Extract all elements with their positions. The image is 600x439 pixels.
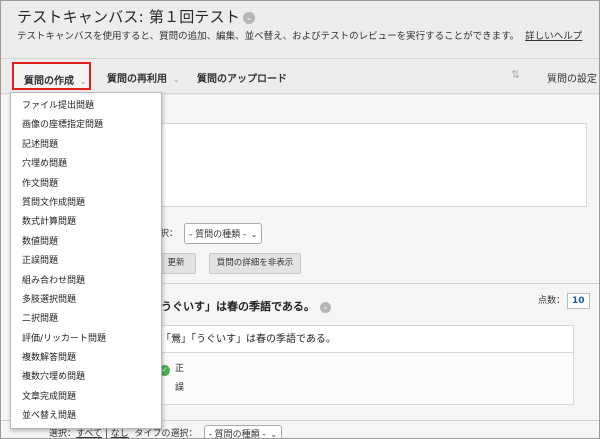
question-title: 「うぐいす」は春の季語である。 ⌄: [150, 298, 331, 314]
chevron-down-icon: ⌄: [267, 430, 278, 439]
menu-item-true-false[interactable]: 正誤問題: [11, 252, 161, 271]
title-options-chevron-icon[interactable]: ⌄: [243, 12, 256, 24]
update-button[interactable]: 更新: [156, 253, 196, 274]
menu-item-matching[interactable]: 組み合わせ問題: [11, 272, 161, 291]
bottom-question-type-select-value: - 質問の種類 -: [208, 430, 266, 439]
menu-item-hot-spot[interactable]: 画像の座標指定問題: [11, 116, 161, 135]
test-canvas-page: テストキャンバス: 第１回テスト ⌄ テストキャンバスを使用すると、質問の追加、編…: [0, 0, 600, 439]
create-question-menu: ファイル提出問題 画像の座標指定問題 記述問題 穴埋め問題 作文問題 質問文作成…: [10, 92, 162, 429]
menu-item-essay[interactable]: 作文問題: [11, 175, 161, 194]
menu-item-opinion-scale[interactable]: 評価/リッカート問題: [11, 330, 161, 349]
type-select-label: タイプの選択：: [134, 429, 198, 439]
hide-question-details-button[interactable]: 質問の詳細を非表示: [209, 253, 301, 274]
chevron-down-icon: ⌄: [80, 77, 87, 86]
chevron-down-icon: ⌄: [173, 75, 180, 84]
question-type-select-value: - 質問の種類 -: [189, 230, 247, 240]
points-label: 点数：: [538, 296, 566, 306]
answer-true-label: 正: [175, 364, 185, 374]
page-description: テストキャンバスを使用すると、質問の追加、編集、並べ替え、およびテストのレビュー…: [17, 31, 520, 42]
question-options-chevron-icon[interactable]: ⌄: [319, 302, 331, 313]
answers-panel: [142, 353, 574, 405]
select-all-link[interactable]: すべて: [76, 429, 102, 438]
answer-true: ✓ 正: [159, 361, 184, 376]
menu-item-quiz-bowl[interactable]: 質問文作成問題: [11, 194, 161, 213]
menu-item-ordering[interactable]: 並べ替え問題: [11, 407, 161, 426]
create-question-label: 質問の作成: [24, 76, 74, 87]
help-link[interactable]: 詳しいヘルプ: [525, 31, 582, 42]
answer-false-label: 誤: [175, 383, 185, 393]
question-type-select[interactable]: - 質問の種類 - ⌄: [184, 223, 263, 244]
menu-item-calculated-numeric[interactable]: 数値問題: [11, 233, 161, 252]
question-settings-button[interactable]: 質問の設定: [547, 70, 597, 85]
menu-item-either-or[interactable]: 二択問題: [11, 310, 161, 329]
action-toolbar: 質問の作成 ⌄ 質問の再利用 ⌄ 質問のアップロード ⇅ 質問の設定: [1, 58, 599, 94]
menu-item-multiple-choice[interactable]: 多肢選択問題: [11, 291, 161, 310]
menu-item-short-answer[interactable]: 記述問題: [11, 136, 161, 155]
select-label: 選択：: [49, 429, 77, 439]
chevron-down-icon: ⌄: [248, 230, 258, 239]
page-title: テストキャンバス: 第１回テスト ⌄: [17, 6, 256, 27]
bottom-question-type-select[interactable]: - 質問の種類 - ⌄: [203, 425, 283, 439]
menu-item-file-response[interactable]: ファイル提出問題: [11, 97, 161, 116]
menu-item-calculated-formula[interactable]: 数式計算問題: [11, 213, 161, 232]
question-points: 点数： 10: [538, 293, 590, 309]
answer-false: 誤: [175, 380, 184, 393]
sort-icon[interactable]: ⇅: [511, 68, 520, 81]
question-body-text: 「鶯」「うぐいす」は春の季語である。: [161, 334, 336, 345]
question-title-text: 「うぐいす」は春の季語である。: [150, 300, 315, 313]
reuse-question-button[interactable]: 質問の再利用 ⌄: [107, 70, 180, 85]
menu-item-multiple-answer[interactable]: 複数解答問題: [11, 349, 161, 368]
menu-item-fill-in-blank[interactable]: 穴埋め問題: [11, 155, 161, 174]
points-value[interactable]: 10: [567, 293, 590, 309]
divider: [142, 283, 599, 284]
menu-item-fill-in-multiple-blanks[interactable]: 複数穴埋め問題: [11, 368, 161, 387]
test-description-panel: [142, 123, 587, 207]
page-title-text: テストキャンバス: 第１回テスト: [17, 8, 241, 26]
page-subtitle: テストキャンバスを使用すると、質問の追加、編集、並べ替え、およびテストのレビュー…: [17, 28, 582, 42]
question-text-box: 「鶯」「うぐいす」は春の季語である。: [142, 325, 574, 353]
select-none-link[interactable]: なし: [111, 429, 129, 438]
reuse-question-label: 質問の再利用: [107, 74, 167, 85]
upload-questions-button[interactable]: 質問のアップロード: [197, 70, 287, 85]
menu-item-jumbled-sentence[interactable]: 文章完成問題: [11, 388, 161, 407]
create-question-button[interactable]: 質問の作成 ⌄: [12, 62, 91, 90]
